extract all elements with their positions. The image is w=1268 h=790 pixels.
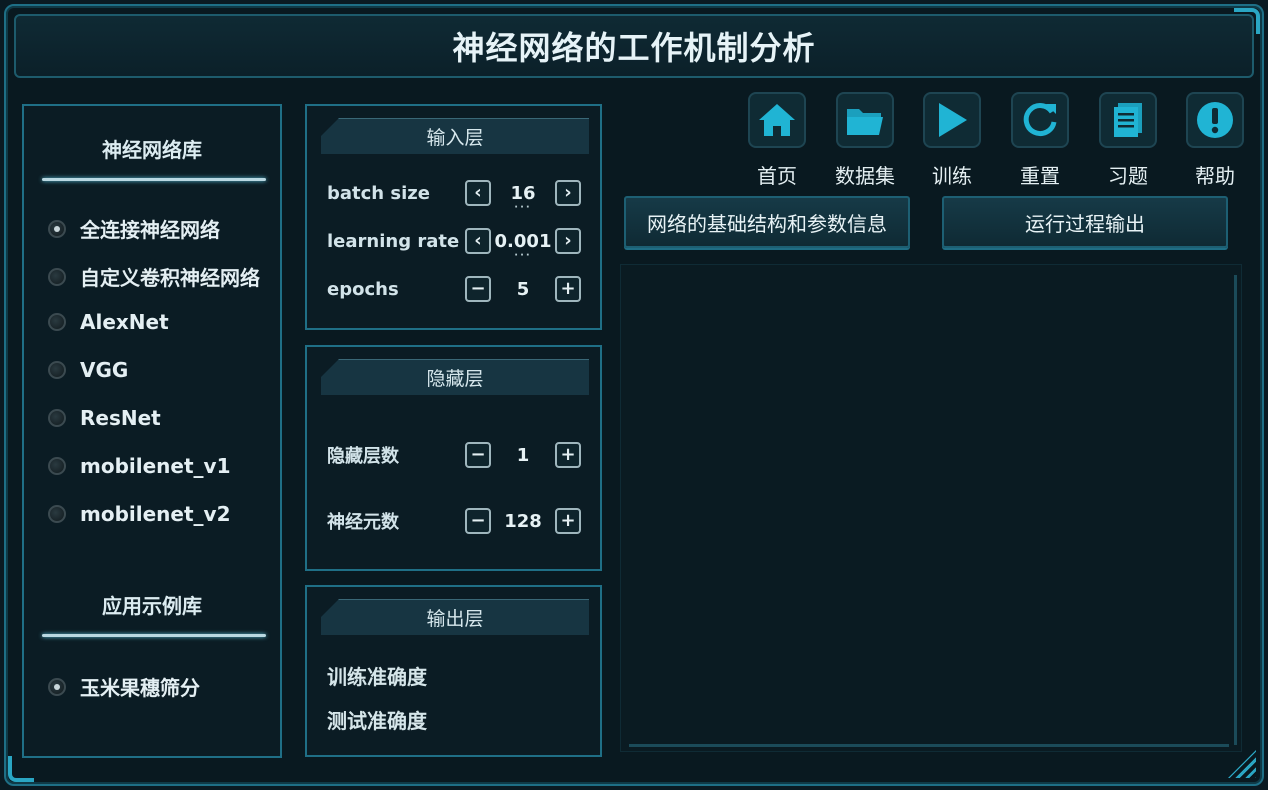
neurons-control: 神经元数 − 128 + (327, 506, 587, 536)
divider (42, 634, 266, 637)
home-button[interactable]: 首页 (747, 92, 807, 188)
panel-header: 输出层 (321, 599, 589, 635)
network-option-label: 全连接神经网络 (80, 218, 220, 242)
train-button[interactable]: 训练 (922, 92, 982, 188)
page-title: 神经网络的工作机制分析 (452, 29, 816, 67)
chevron-left-icon[interactable]: ‹ (465, 180, 491, 206)
train-accuracy-label: 训练准确度 (327, 665, 427, 689)
epochs-label: epochs (327, 278, 399, 300)
network-option[interactable]: VGG (48, 358, 128, 382)
network-option-label: 自定义卷积神经网络 (80, 266, 260, 290)
run-output-button[interactable]: 运行过程输出 (942, 196, 1228, 248)
input-layer-panel: 输入层 batch size ‹ 16 ··· › learning rate ‹… (305, 104, 602, 330)
network-option-label: AlexNet (80, 310, 169, 334)
chevron-right-icon[interactable]: › (555, 180, 581, 206)
epochs-value: 5 (516, 278, 530, 300)
network-option-label: mobilenet_v2 (80, 502, 231, 526)
plus-icon[interactable]: + (555, 276, 581, 302)
radio-button[interactable] (48, 677, 66, 696)
neurons-label: 神经元数 (327, 512, 399, 533)
batch-size-control: batch size ‹ 16 ··· › (327, 178, 587, 213)
exclamation-icon (1186, 92, 1244, 148)
toolbar-label: 数据集 (835, 164, 895, 188)
network-option[interactable]: ResNet (48, 406, 161, 430)
output-area[interactable] (620, 264, 1242, 752)
vertical-scrollbar[interactable] (1234, 275, 1237, 745)
hidden-layers-value: 1 (516, 444, 530, 466)
chevron-right-icon[interactable]: › (555, 228, 581, 254)
radio-button[interactable] (48, 313, 66, 331)
plus-icon[interactable]: + (555, 442, 581, 468)
radio-button[interactable] (48, 409, 66, 427)
hidden-layers-label: 隐藏层数 (327, 446, 399, 467)
network-option[interactable]: mobilenet_v1 (48, 454, 231, 478)
home-icon (748, 92, 806, 148)
example-option-label: 玉米果穗筛分 (80, 676, 200, 700)
horizontal-scrollbar[interactable] (629, 744, 1229, 747)
network-option[interactable]: 全连接神经网络 (48, 214, 220, 243)
learning-rate-control: learning rate ‹ 0.001 ··· › (327, 226, 587, 261)
minus-icon[interactable]: − (465, 276, 491, 302)
toolbar-label: 习题 (1108, 164, 1148, 188)
network-option[interactable]: 自定义卷积神经网络 (48, 262, 260, 291)
library-title: 神经网络库 (102, 138, 202, 162)
network-structure-button[interactable]: 网络的基础结构和参数信息 (624, 196, 910, 248)
panel-header: 输入层 (321, 118, 589, 154)
plus-icon[interactable]: + (555, 508, 581, 534)
output-layer-panel: 输出层 训练准确度 测试准确度 (305, 585, 602, 757)
minus-icon[interactable]: − (465, 508, 491, 534)
learning-rate-value: 0.001 ··· (494, 230, 552, 261)
toolbar-label: 重置 (1020, 164, 1060, 188)
network-option-label: ResNet (80, 406, 161, 430)
network-option[interactable]: AlexNet (48, 310, 169, 334)
hidden-layer-panel: 隐藏层 隐藏层数 − 1 + 神经元数 − 128 + (305, 345, 602, 571)
radio-button[interactable] (48, 361, 66, 379)
network-option[interactable]: mobilenet_v2 (48, 502, 231, 526)
example-option[interactable]: 玉米果穗筛分 (48, 672, 200, 701)
title-bar: 神经网络的工作机制分析 (14, 14, 1254, 78)
exercise-button[interactable]: 习题 (1098, 92, 1158, 188)
dataset-button[interactable]: 数据集 (835, 92, 895, 188)
divider (42, 178, 266, 181)
examples-title: 应用示例库 (102, 594, 202, 618)
network-library-panel: 神经网络库 全连接神经网络 自定义卷积神经网络 AlexNet VGG ResN… (22, 104, 282, 758)
hidden-layers-control: 隐藏层数 − 1 + (327, 440, 587, 470)
toolbar-label: 首页 (757, 164, 797, 188)
radio-button[interactable] (48, 505, 66, 523)
reset-button[interactable]: 重置 (1010, 92, 1070, 188)
epochs-control: epochs − 5 + (327, 274, 587, 304)
batch-size-value: 16 ··· (510, 182, 536, 213)
batch-size-label: batch size (327, 182, 430, 204)
minus-icon[interactable]: − (465, 442, 491, 468)
toolbar-label: 训练 (932, 164, 972, 188)
document-icon (1099, 92, 1157, 148)
radio-button[interactable] (48, 267, 66, 286)
network-option-label: mobilenet_v1 (80, 454, 231, 478)
help-button[interactable]: 帮助 (1185, 92, 1245, 188)
test-accuracy-label: 测试准确度 (327, 709, 427, 733)
play-icon (923, 92, 981, 148)
frame-corner-decoration (8, 756, 34, 782)
panel-header: 隐藏层 (321, 359, 589, 395)
toolbar-label: 帮助 (1195, 164, 1235, 188)
frame-corner-stripes (1228, 750, 1256, 778)
neurons-value: 128 (504, 510, 542, 532)
learning-rate-label: learning rate (327, 230, 460, 252)
radio-button[interactable] (48, 219, 66, 238)
folder-icon (836, 92, 894, 148)
chevron-left-icon[interactable]: ‹ (465, 228, 491, 254)
network-option-label: VGG (80, 358, 129, 382)
refresh-icon (1011, 92, 1069, 148)
radio-button[interactable] (48, 457, 66, 475)
